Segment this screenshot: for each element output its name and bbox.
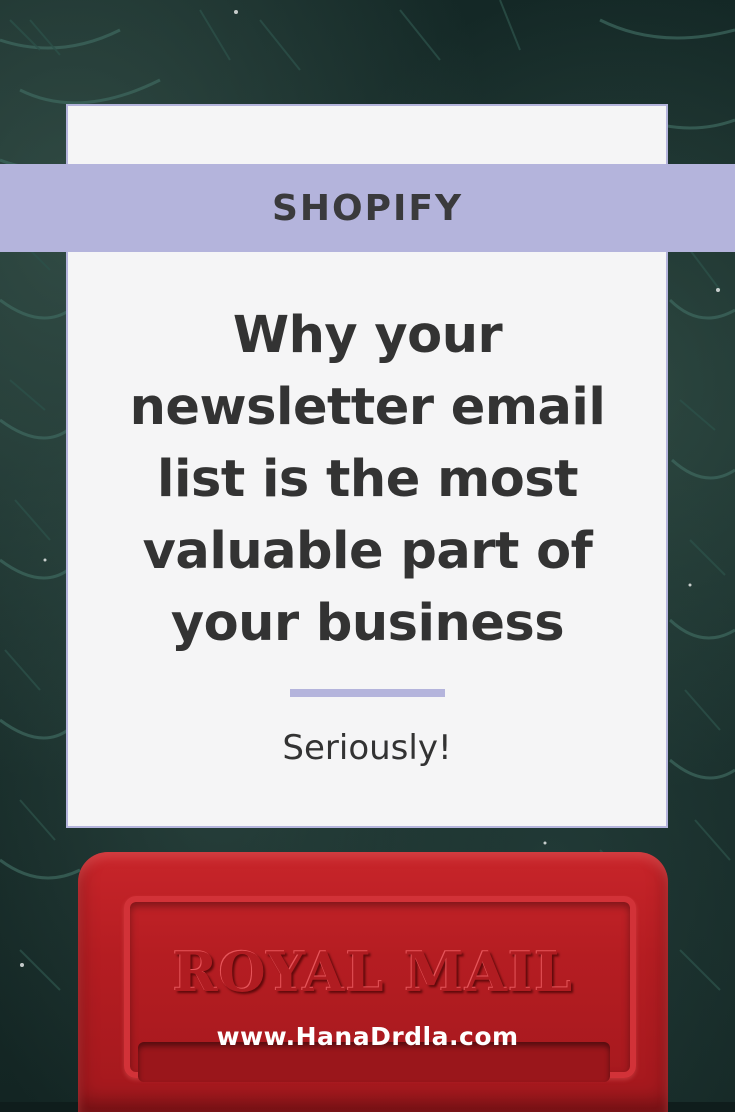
headline: Why your newsletter email list is the mo… xyxy=(129,306,606,653)
divider xyxy=(290,689,445,697)
category-label: SHOPIFY xyxy=(271,187,464,229)
website-url: www.HanaDrdla.com xyxy=(216,1022,519,1051)
postbox-lettering: ROYAL MAIL xyxy=(172,940,574,1004)
subtitle: Seriously! xyxy=(282,728,452,768)
category-band: SHOPIFY xyxy=(0,164,735,252)
red-postbox: ROYAL MAIL xyxy=(78,852,668,1112)
